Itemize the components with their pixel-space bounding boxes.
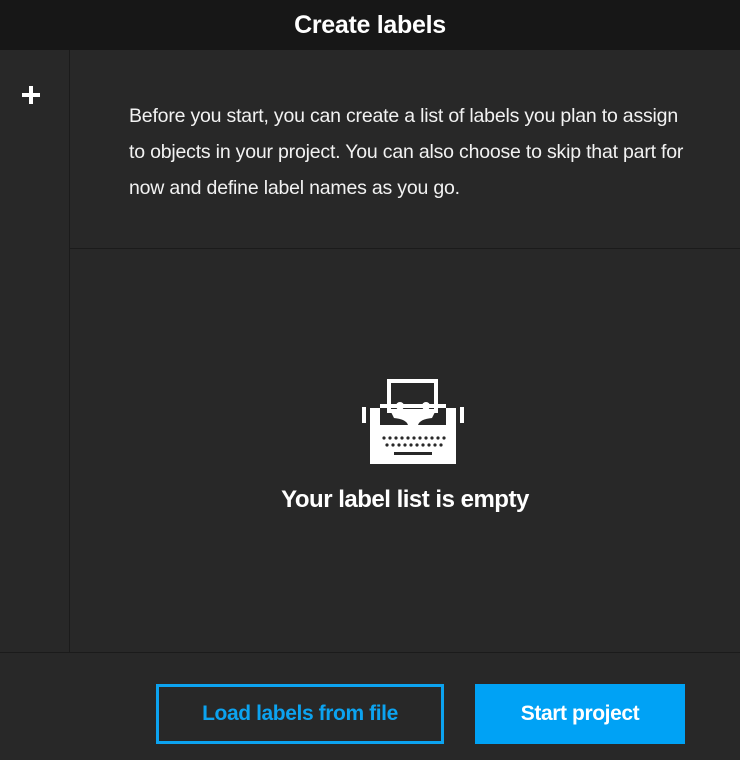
empty-state: Your label list is empty [70, 250, 740, 652]
start-project-button[interactable]: Start project [475, 684, 685, 744]
sidebar [0, 50, 70, 652]
footer: Load labels from file Start project [0, 652, 740, 760]
load-labels-button[interactable]: Load labels from file [156, 684, 444, 744]
page-title: Create labels [294, 10, 446, 39]
description-text: Before you start, you can create a list … [129, 105, 684, 199]
main-content: Before you start, you can create a list … [70, 50, 740, 652]
create-labels-window: Create labels Before you start, you can … [0, 0, 740, 760]
description-panel: Before you start, you can create a list … [70, 50, 740, 249]
typewriter-icon [362, 379, 464, 464]
title-bar: Create labels [0, 0, 740, 50]
add-label-button[interactable] [14, 78, 48, 112]
plus-icon [22, 86, 40, 104]
empty-state-message: Your label list is empty [281, 486, 529, 513]
